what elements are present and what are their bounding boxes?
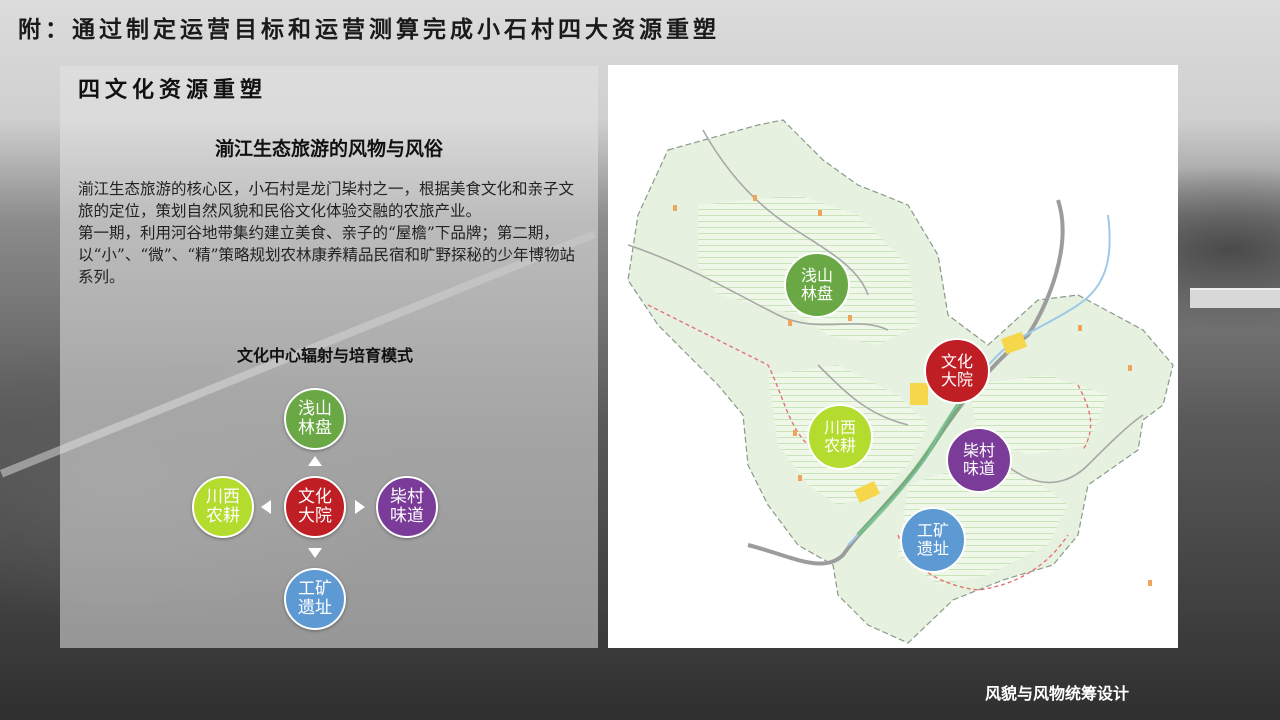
arrow-up-icon (308, 456, 322, 466)
map-node-taste: 枈村味道 (946, 427, 1012, 493)
diagram-node-culture-center: 文化大院 (284, 476, 346, 538)
description-paragraph-2: 第一期，利用河谷地带集约建立美食、亲子的“屋檐”下品牌；第二期，以“小”、“微”… (78, 224, 576, 286)
yellow-plot-2 (910, 383, 928, 405)
map-node-farming-label: 川西农耕 (823, 418, 856, 455)
map-node-culture: 文化大院 (924, 338, 990, 404)
footer-caption: 风貌与风物统筹设计 (985, 684, 1130, 703)
map-node-mining: 工矿遗址 (900, 507, 966, 573)
arrow-down-icon (308, 548, 322, 558)
map-node-taste-label: 枈村味道 (962, 441, 995, 478)
page-title: 附：通过制定运营目标和运营测算完成小石村四大资源重塑 (18, 17, 720, 43)
map-graphic (627, 119, 1174, 644)
diagram-node-farming-label: 川西农耕 (206, 487, 240, 526)
section-subheading: 湔江生态旅游的风物与风俗 (214, 138, 443, 160)
diagram-node-farming: 川西农耕 (192, 476, 254, 538)
diagram-node-forest-label: 浅山林盘 (298, 399, 332, 438)
village-boundary (627, 119, 1174, 644)
description-text: 湔江生态旅游的核心区，小石村是龙门枈村之一，根据美食文化和亲子文旅的定位，策划自… (78, 178, 583, 288)
diagram-node-taste-label: 枈村味道 (390, 487, 424, 526)
map-node-forest: 浅山林盘 (784, 252, 850, 318)
diagram-node-taste: 枈村味道 (376, 476, 438, 538)
map-node-forest-label: 浅山林盘 (800, 266, 833, 303)
left-panel: 四文化资源重塑 湔江生态旅游的风物与风俗 湔江生态旅游的核心区，小石村是龙门枈村… (60, 66, 598, 648)
map-node-culture-label: 文化大院 (940, 352, 973, 389)
description-paragraph-1: 湔江生态旅游的核心区，小石村是龙门枈村之一，根据美食文化和亲子文旅的定位，策划自… (78, 180, 575, 220)
arrow-right-icon (355, 500, 365, 514)
diagram-node-culture-center-label: 文化大院 (298, 487, 332, 526)
village-map: 浅山林盘 文化大院 川西农耕 枈村味道 工矿遗址 (608, 65, 1178, 648)
diagram-node-forest: 浅山林盘 (284, 388, 346, 450)
diagram-node-mining-label: 工矿遗址 (298, 579, 332, 618)
diagram-node-mining: 工矿遗址 (284, 568, 346, 630)
arrow-left-icon (261, 500, 271, 514)
map-node-farming: 川西农耕 (807, 404, 873, 470)
background-greenhouse (1190, 288, 1280, 308)
map-node-mining-label: 工矿遗址 (916, 521, 949, 558)
diagram-title: 文化中心辐射与培育模式 (236, 346, 413, 365)
panel-heading: 四文化资源重塑 (78, 78, 268, 103)
